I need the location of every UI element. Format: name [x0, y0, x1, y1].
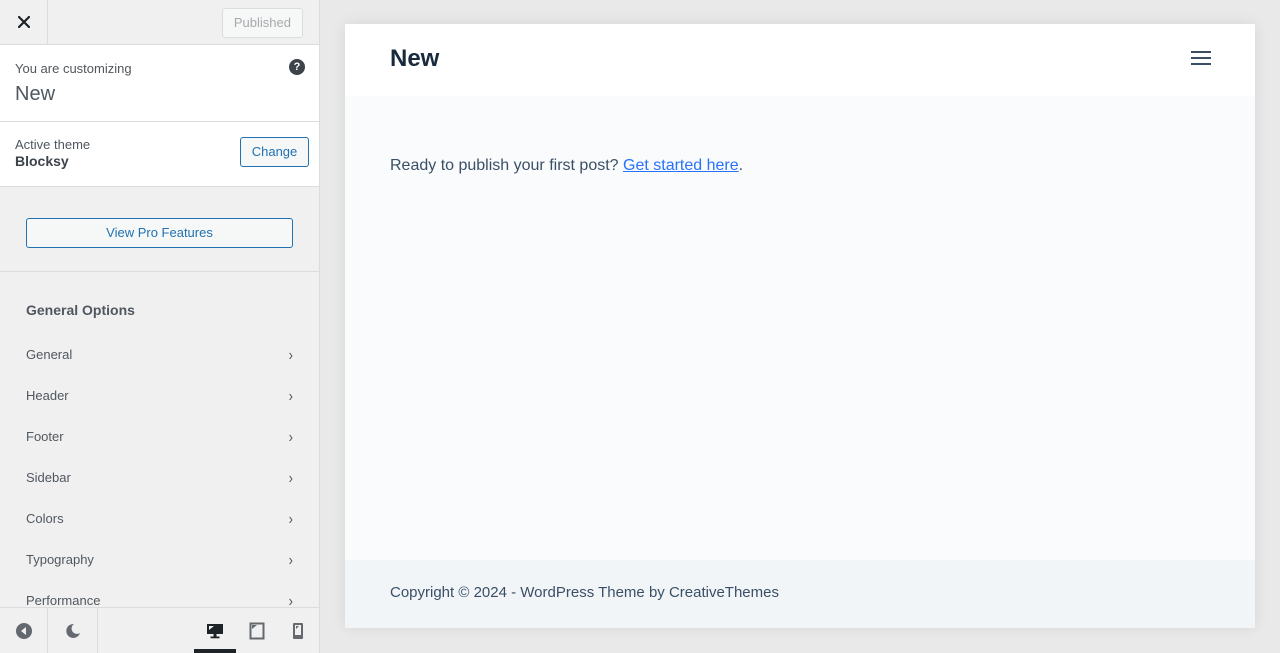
customizer-topbar: Published: [0, 0, 319, 45]
chevron-right-icon: ›: [288, 468, 293, 487]
active-theme-name: Blocksy: [15, 153, 69, 169]
menu-item-label: Header: [26, 388, 69, 403]
desktop-icon: [207, 623, 223, 638]
preview-desktop-button[interactable]: [194, 608, 236, 653]
general-options-title: General Options: [26, 302, 135, 318]
preview-tablet-button[interactable]: [236, 608, 278, 653]
menu-item-label: Footer: [26, 429, 64, 444]
menu-item-header[interactable]: Header ›: [0, 375, 319, 416]
site-footer: Copyright © 2024 - WordPress Theme by Cr…: [345, 560, 1255, 628]
options-menu: General › Header › Footer › Sidebar › Co…: [0, 334, 319, 621]
hamburger-line: [1191, 57, 1211, 59]
site-title[interactable]: New: [390, 45, 439, 73]
menu-item-label: Sidebar: [26, 470, 71, 485]
hamburger-line: [1191, 63, 1211, 65]
menu-item-label: General: [26, 347, 73, 362]
mobile-icon: [293, 622, 303, 639]
menu-item-general[interactable]: General ›: [0, 334, 319, 375]
empty-posts-message: Ready to publish your first post? Get st…: [390, 157, 743, 175]
menu-item-footer[interactable]: Footer ›: [0, 416, 319, 457]
customizing-label: You are customizing: [15, 61, 132, 76]
customizer-footer-bar: [0, 607, 319, 653]
active-theme-panel: Active theme Blocksy Change: [0, 122, 319, 187]
tablet-icon: [249, 622, 265, 639]
site-header: New: [345, 24, 1255, 96]
active-theme-label: Active theme: [15, 137, 91, 152]
get-started-link[interactable]: Get started here: [623, 157, 739, 174]
published-button[interactable]: Published: [221, 8, 303, 38]
copyright-text: Copyright © 2024 - WordPress Theme by Cr…: [390, 584, 779, 601]
moon-icon: [65, 623, 80, 638]
view-pro-features-button[interactable]: View Pro Features: [26, 218, 293, 248]
site-name: New: [15, 83, 56, 105]
menu-item-label: Performance: [26, 593, 101, 608]
chevron-right-icon: ›: [288, 386, 293, 405]
dark-mode-toggle[interactable]: [48, 608, 98, 653]
close-button[interactable]: [0, 0, 48, 45]
close-icon: [17, 16, 30, 28]
customizer-sidebar: Published You are customizing New ? Acti…: [0, 0, 320, 653]
chevron-right-icon: ›: [288, 509, 293, 528]
intro-text: Ready to publish your first post?: [390, 157, 624, 174]
chevron-right-icon: ›: [288, 345, 293, 364]
pro-features-panel: View Pro Features: [0, 187, 319, 272]
collapse-sidebar-button[interactable]: [0, 608, 48, 653]
customizing-info: You are customizing New ?: [0, 45, 319, 122]
menu-toggle-button[interactable]: [1191, 51, 1211, 67]
menu-item-colors[interactable]: Colors ›: [0, 498, 319, 539]
menu-item-label: Typography: [26, 552, 94, 567]
active-device-indicator: [194, 649, 236, 653]
menu-item-label: Colors: [26, 511, 64, 526]
collapse-icon: [15, 622, 32, 639]
menu-item-typography[interactable]: Typography ›: [0, 539, 319, 580]
menu-item-sidebar[interactable]: Sidebar ›: [0, 457, 319, 498]
change-theme-button[interactable]: Change: [240, 137, 309, 167]
chevron-right-icon: ›: [288, 427, 293, 446]
hamburger-line: [1191, 51, 1211, 53]
site-preview: New Ready to publish your first post? Ge…: [345, 24, 1255, 628]
trailing-text: .: [738, 157, 744, 174]
preview-mobile-button[interactable]: [278, 608, 318, 653]
chevron-right-icon: ›: [288, 550, 293, 569]
help-icon[interactable]: ?: [289, 59, 305, 75]
